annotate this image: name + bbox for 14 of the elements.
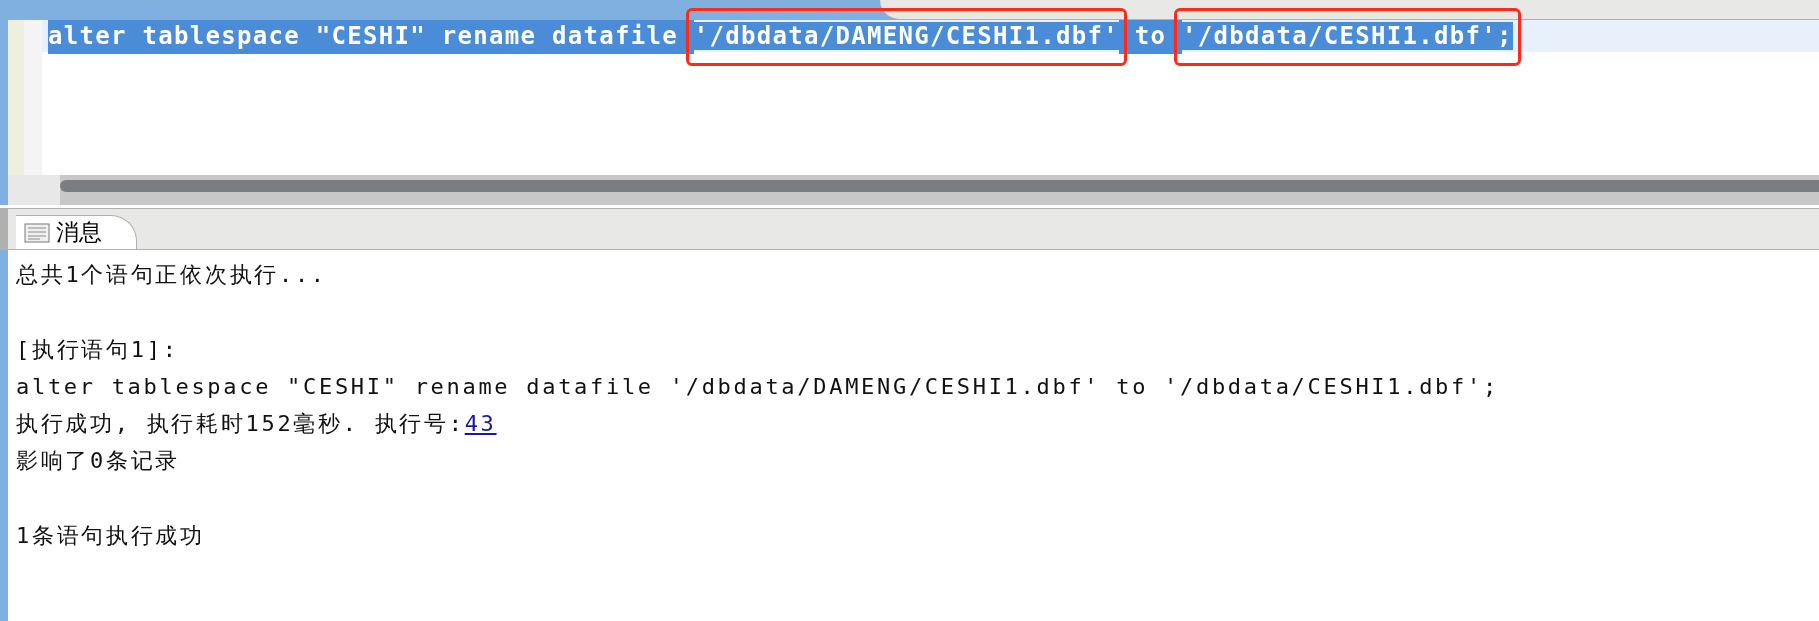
code-text: '/dbdata/DAMENG/CESHI1.dbf' xyxy=(693,22,1119,50)
message-line: alter tablespace "CESHI" rename datafile '/dbdata/DAMENG/CESHI1.dbf' to '/dbdata/CESHI1.dbf'; xyxy=(16,374,1499,399)
message-line: 总共1个语句正依次执行... xyxy=(16,262,327,287)
horizontal-scrollbar[interactable] xyxy=(60,175,1819,205)
code-text: alter tablespace "CESHI" rename datafile xyxy=(48,18,694,54)
message-line: [执行语句1]: xyxy=(16,337,179,362)
scrollbar-corner xyxy=(8,175,60,205)
message-list-icon xyxy=(24,222,50,243)
message-line: 执行成功, 执行耗时152毫秒. 执行号: xyxy=(16,411,465,436)
messages-tab[interactable]: 消息 xyxy=(16,215,137,249)
code-text: '/dbdata/CESHI1.dbf'; xyxy=(1181,22,1513,50)
message-line: 影响了0条记录 xyxy=(16,448,181,473)
message-line: 1条语句执行成功 xyxy=(16,523,205,548)
execution-id-link[interactable]: 43 xyxy=(464,411,497,436)
